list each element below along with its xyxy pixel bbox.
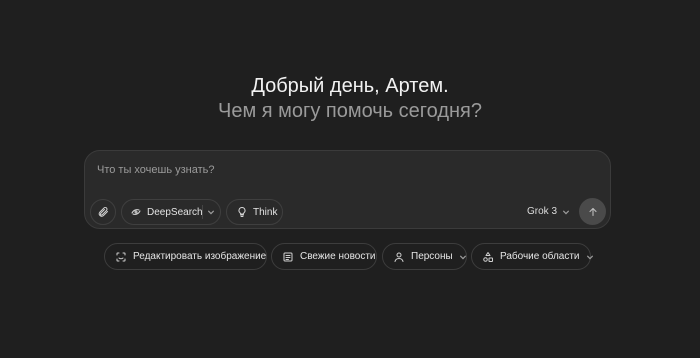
workspaces-icon [482,251,494,263]
prompt-composer[interactable]: Что ты хочешь узнать? DeepSearch Think G… [84,150,611,229]
edit-image-button[interactable]: Редактировать изображение [104,243,267,270]
latest-news-label: Свежие новости [300,251,376,262]
lightbulb-icon [236,206,248,218]
quick-actions: Редактировать изображение Свежие новости… [0,243,700,270]
image-edit-icon [115,251,127,263]
divider [202,205,203,219]
chevron-down-icon [586,253,594,261]
deepsearch-button[interactable]: DeepSearch [121,199,221,225]
edit-image-label: Редактировать изображение [133,251,267,262]
greeting: Добрый день, Артем. Чем я могу помочь се… [0,74,700,124]
deepsearch-icon [130,206,142,218]
think-button[interactable]: Think [226,199,283,225]
model-selector[interactable]: Grok 3 [527,206,570,217]
model-label: Grok 3 [527,206,558,217]
latest-news-button[interactable]: Свежие новости [271,243,377,270]
page: Добрый день, Артем. Чем я могу помочь се… [0,0,700,358]
greeting-title: Добрый день, Артем. [251,75,449,97]
send-button[interactable] [579,198,606,225]
prompt-input[interactable]: Что ты хочешь узнать? [97,164,215,176]
greeting-subtitle: Чем я могу помочь сегодня? [218,100,482,122]
personas-button[interactable]: Персоны [382,243,467,270]
paperclip-icon [97,206,109,218]
deepsearch-label: DeepSearch [147,206,203,218]
workspaces-label: Рабочие области [500,251,580,262]
chevron-down-icon [459,253,467,261]
newspaper-icon [282,251,294,263]
chevron-down-icon [562,208,570,216]
person-icon [393,251,405,263]
personas-label: Персоны [411,251,453,262]
chevron-down-icon[interactable] [207,208,215,216]
arrow-up-icon [587,206,599,218]
think-label: Think [253,206,278,218]
attach-button[interactable] [90,199,116,225]
workspaces-button[interactable]: Рабочие области [471,243,594,270]
